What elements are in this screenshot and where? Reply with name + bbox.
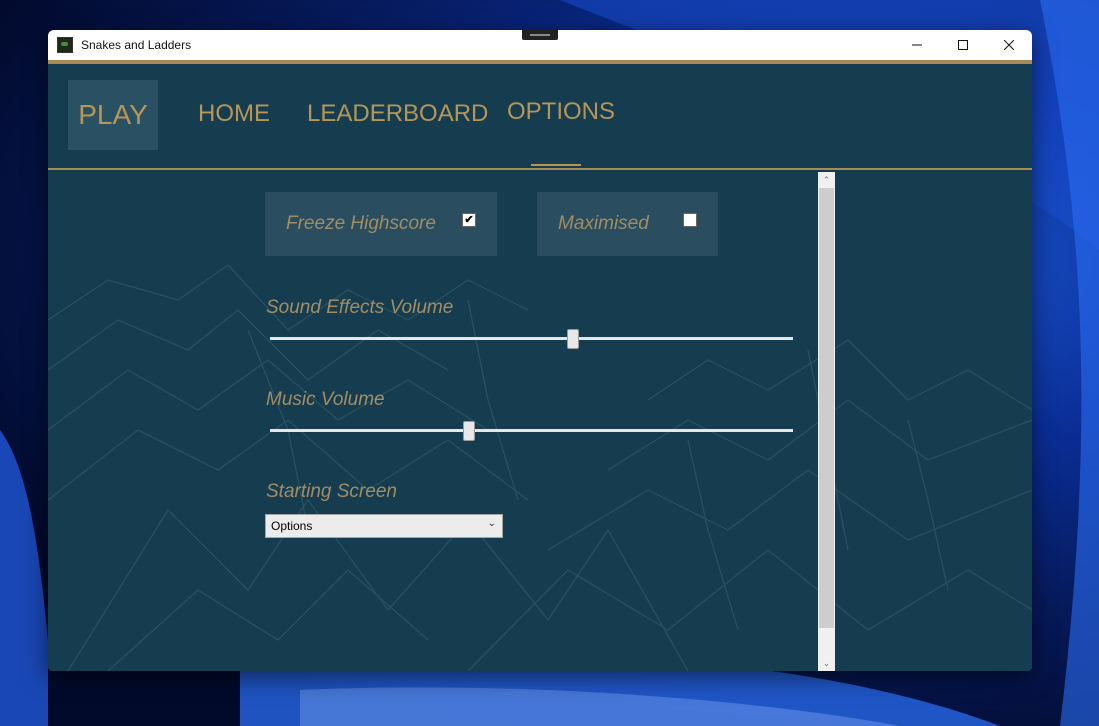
app-window: Snakes and Ladders PLAY HOME LEADERBOARD… (48, 30, 1032, 671)
freeze-highscore-label: Freeze Highscore (286, 213, 436, 234)
nav-bar: PLAY HOME LEADERBOARD OPTIONS (48, 64, 1032, 167)
maximize-icon (958, 40, 968, 50)
nav-options[interactable]: OPTIONS (507, 98, 615, 126)
nav-leaderboard[interactable]: LEADERBOARD (307, 100, 488, 128)
chevron-down-icon: ⌄ (487, 518, 496, 529)
minimize-button[interactable] (894, 30, 940, 60)
close-button[interactable] (986, 30, 1032, 60)
maximised-label: Maximised (558, 213, 649, 234)
music-volume-thumb[interactable] (463, 421, 475, 441)
nav-home[interactable]: HOME (198, 100, 270, 128)
freeze-highscore-checkbox[interactable]: ✔ (462, 213, 476, 227)
close-icon (1004, 40, 1014, 50)
title-bar[interactable]: Snakes and Ladders (48, 30, 1032, 60)
scrollbar-thumb[interactable] (819, 188, 834, 628)
sound-effects-volume-label: Sound Effects Volume (266, 297, 454, 318)
maximize-button[interactable] (940, 30, 986, 60)
starting-screen-label: Starting Screen (266, 481, 397, 502)
sound-effects-volume-thumb[interactable] (567, 329, 579, 349)
starting-screen-select[interactable]: Options ⌄ (265, 514, 503, 538)
vertical-scrollbar[interactable]: ⌃ ⌄ (818, 172, 835, 671)
chevron-down-icon[interactable]: ⌄ (818, 655, 835, 671)
sound-effects-volume-slider[interactable] (270, 329, 793, 349)
music-volume-label: Music Volume (266, 389, 385, 410)
options-content: Freeze Highscore ✔ Maximised Sound Effec… (48, 170, 1032, 671)
maximised-checkbox[interactable] (683, 213, 697, 227)
app-icon (57, 37, 73, 53)
maximised-toggle[interactable]: Maximised (537, 192, 718, 256)
snap-layout-grip[interactable] (522, 30, 558, 40)
minimize-icon (912, 44, 922, 46)
chevron-up-icon[interactable]: ⌃ (818, 172, 835, 188)
freeze-highscore-toggle[interactable]: Freeze Highscore ✔ (265, 192, 497, 256)
starting-screen-value: Options (271, 519, 313, 533)
window-title: Snakes and Ladders (81, 38, 192, 52)
music-volume-slider[interactable] (270, 421, 793, 441)
nav-play-button[interactable]: PLAY (68, 80, 158, 150)
nav-active-indicator (531, 164, 581, 166)
